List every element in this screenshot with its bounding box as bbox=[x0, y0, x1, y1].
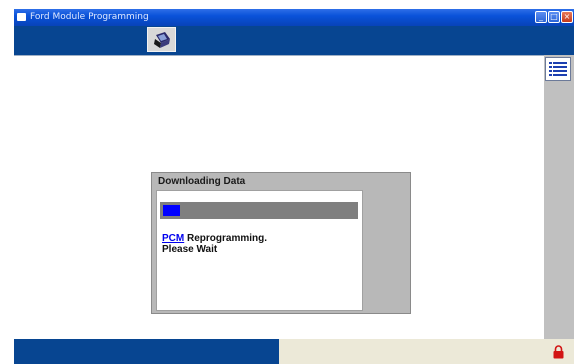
dialog-title: Downloading Data bbox=[158, 176, 246, 187]
maximize-button[interactable]: □ bbox=[548, 11, 560, 23]
disk-pointer-icon bbox=[154, 32, 170, 48]
status-bar-right bbox=[279, 339, 574, 364]
progress-fill bbox=[163, 205, 180, 216]
title-bar[interactable]: Ford Module Programming _ □ × bbox=[14, 9, 574, 26]
status-message: PCM Reprogramming. Please Wait bbox=[162, 233, 267, 255]
list-view-button[interactable] bbox=[545, 57, 571, 81]
list-icon bbox=[549, 62, 567, 76]
main-content-area: Downloading Data PCM Reprogramming. Plea… bbox=[14, 55, 544, 339]
progress-bar bbox=[160, 202, 358, 219]
toolbar bbox=[14, 26, 574, 55]
pcm-link[interactable]: PCM bbox=[162, 233, 184, 244]
message-line-2: Please Wait bbox=[162, 244, 218, 255]
close-button[interactable]: × bbox=[561, 11, 573, 23]
app-icon bbox=[17, 13, 26, 21]
app-window: Ford Module Programming _ □ × Downloadin… bbox=[14, 9, 574, 364]
padlock-icon bbox=[553, 345, 564, 359]
tool-button[interactable] bbox=[147, 27, 176, 52]
downloading-dialog: Downloading Data PCM Reprogramming. Plea… bbox=[151, 172, 411, 314]
right-side-panel bbox=[544, 55, 574, 339]
window-title: Ford Module Programming bbox=[30, 12, 149, 22]
message-line-1-rest: Reprogramming. bbox=[184, 233, 268, 244]
dialog-body: PCM Reprogramming. Please Wait bbox=[156, 190, 363, 311]
status-bar-left bbox=[14, 339, 279, 364]
minimize-button[interactable]: _ bbox=[535, 11, 547, 23]
